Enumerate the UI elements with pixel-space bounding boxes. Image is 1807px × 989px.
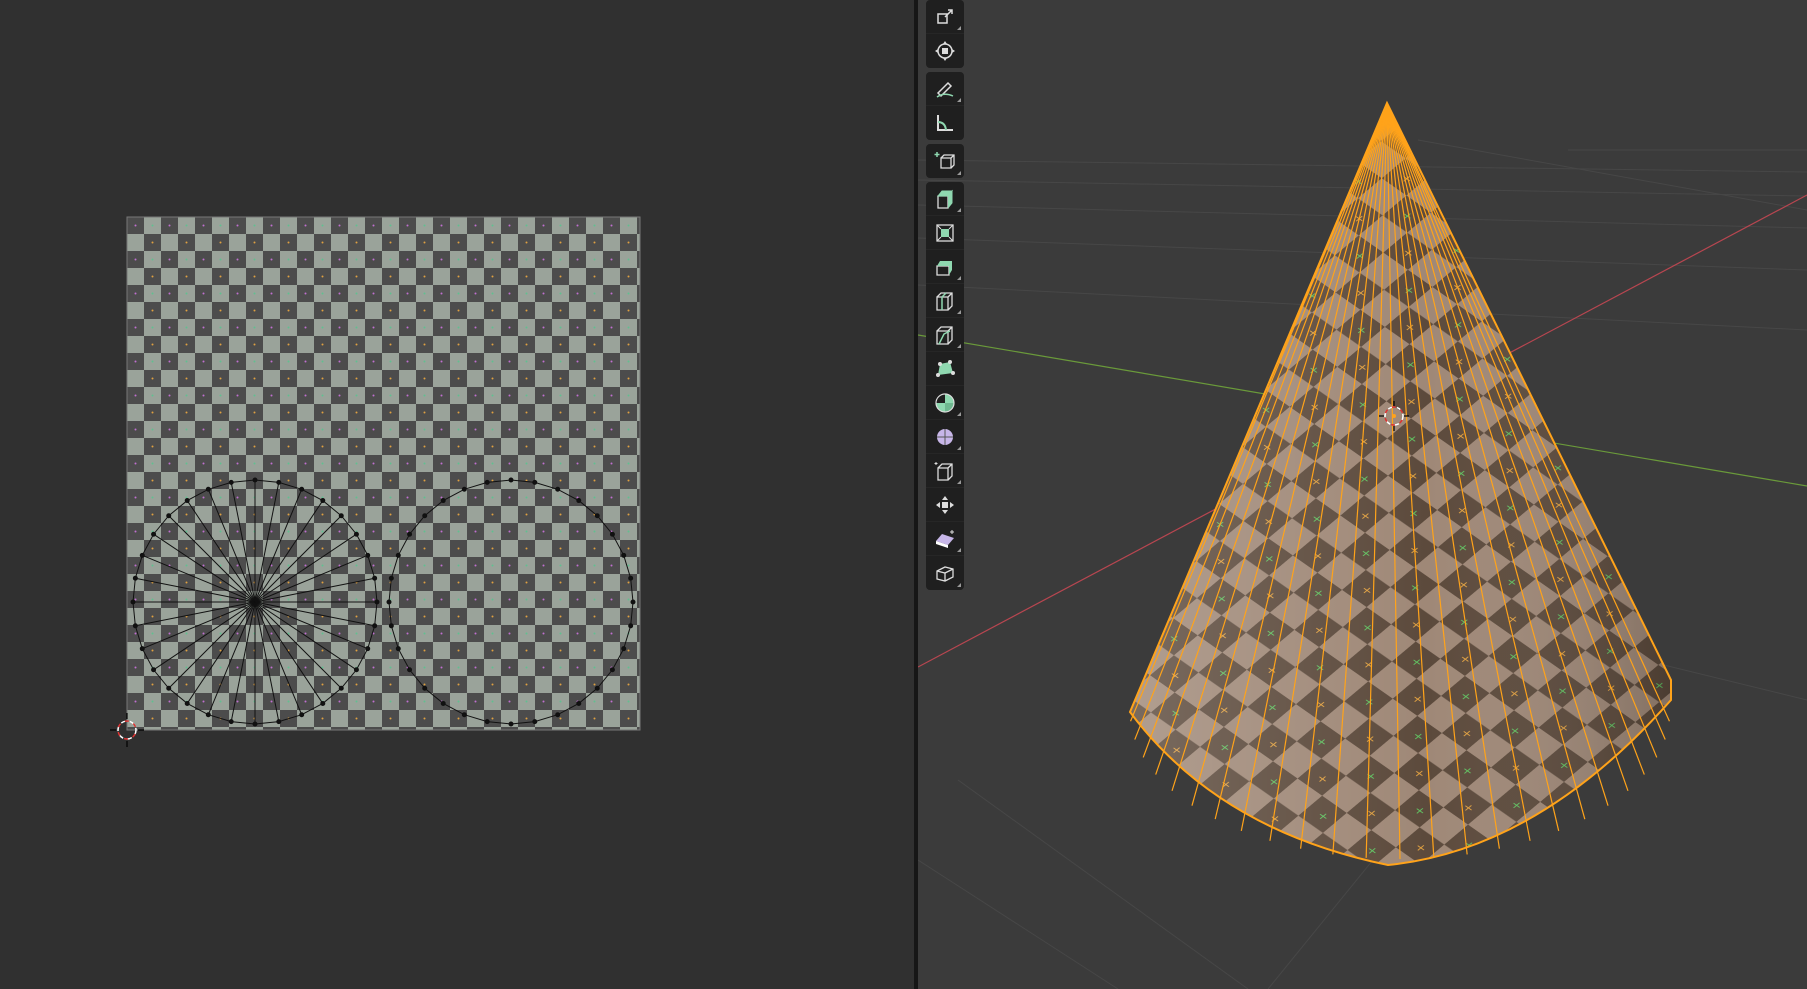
poly-build-icon <box>936 359 955 377</box>
shear-icon <box>936 529 954 548</box>
poly-build-tool[interactable] <box>926 352 964 386</box>
edge-slide-tool[interactable] <box>926 454 964 488</box>
knife-icon <box>936 325 953 345</box>
tool-group-edit <box>926 182 964 590</box>
tool-group-add <box>926 144 964 178</box>
spin-icon <box>935 392 955 413</box>
cone-object[interactable] <box>1128 100 1672 867</box>
bevel-tool[interactable] <box>926 250 964 284</box>
uv-editor[interactable] <box>0 0 914 989</box>
annotate-icon <box>936 81 954 98</box>
viewport-canvas[interactable]: + + <box>918 0 1807 989</box>
shrink-fatten-icon <box>936 495 954 514</box>
knife-tool[interactable] <box>926 318 964 352</box>
add-cube-icon <box>934 152 955 169</box>
smooth-tool[interactable] <box>926 420 964 454</box>
shrink-fatten-tool[interactable] <box>926 488 964 522</box>
scale-cage-icon <box>937 8 953 24</box>
measure-icon <box>937 115 953 131</box>
extrude-region-tool[interactable] <box>926 182 964 216</box>
smooth-icon <box>937 428 953 445</box>
inset-faces-tool[interactable] <box>926 216 964 250</box>
edge-slide-icon <box>934 461 953 481</box>
spin-tool[interactable] <box>926 386 964 420</box>
extrude-region-icon <box>936 189 954 209</box>
measure-tool[interactable] <box>926 106 964 140</box>
cone-cap-fan-island[interactable] <box>130 477 380 727</box>
shear-tool[interactable] <box>926 522 964 556</box>
loop-cut-icon <box>936 291 953 311</box>
transform-icon <box>935 41 955 61</box>
loop-cut-tool[interactable] <box>926 284 964 318</box>
tool-group-annotate <box>926 72 964 140</box>
transform-tool[interactable] <box>926 34 964 68</box>
tool-shelf <box>926 0 964 594</box>
inset-faces-icon <box>936 223 954 242</box>
uv-editor-canvas[interactable] <box>0 0 914 989</box>
annotate-tool[interactable] <box>926 72 964 106</box>
bevel-icon <box>936 260 952 276</box>
rip-region-icon <box>936 566 954 582</box>
rip-region-tool[interactable] <box>926 556 964 590</box>
add-cube-tool[interactable] <box>926 144 964 178</box>
tool-group-transform <box>926 0 964 68</box>
scale-cage-tool[interactable] <box>926 0 964 34</box>
3d-viewport[interactable]: + + <box>918 0 1807 989</box>
blender-window: + + <box>0 0 1807 989</box>
